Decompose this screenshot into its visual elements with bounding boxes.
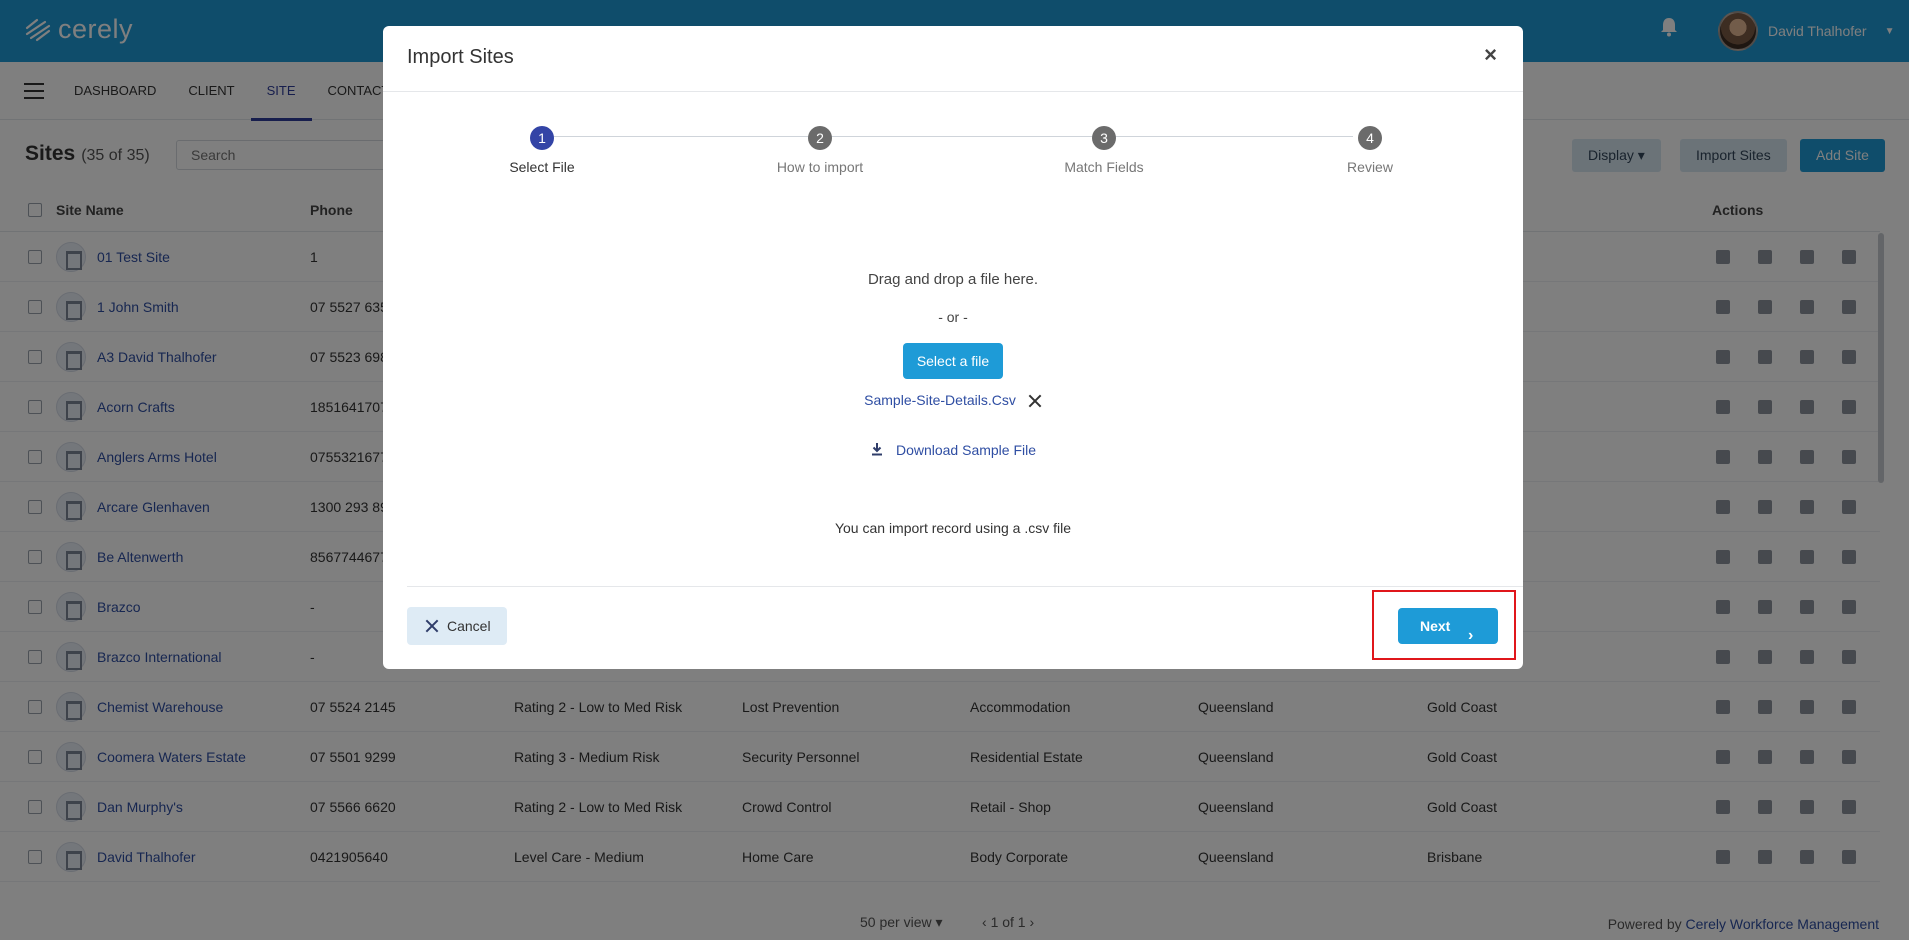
download-sample-label: Download Sample File (895, 442, 1037, 458)
or-separator: - or - (938, 309, 968, 325)
remove-file-icon[interactable] (1028, 394, 1042, 408)
download-icon (871, 443, 882, 456)
import-hint: You can import record using a .csv file (834, 520, 1072, 536)
step-label: How to import (776, 159, 864, 175)
modal-footer-divider (407, 586, 1523, 587)
modal-title: Import Sites (407, 46, 514, 68)
selected-file: Sample-Site-Details.Csv (383, 392, 1523, 408)
step-how-to-import: 2 How to import (740, 126, 900, 175)
stepper-line (543, 136, 1353, 137)
select-file-button[interactable]: Select a file (903, 343, 1003, 379)
step-match-fields: 3 Match Fields (1024, 126, 1184, 175)
close-icon[interactable]: × (1484, 42, 1497, 68)
step-number: 4 (1358, 126, 1382, 150)
close-icon (425, 619, 439, 633)
import-sites-dialog: Import Sites × 1 Select File 2 How to im… (383, 26, 1523, 669)
step-number: 2 (808, 126, 832, 150)
step-select-file: 1 Select File (462, 126, 622, 175)
import-stepper: 1 Select File 2 How to import 3 Match Fi… (383, 126, 1523, 186)
step-label: Match Fields (1064, 159, 1144, 175)
next-button-highlight (1372, 590, 1516, 660)
cancel-button[interactable]: Cancel (407, 607, 507, 645)
step-review: 4 Review (1290, 126, 1450, 175)
step-label: Review (1347, 159, 1393, 175)
step-label: Select File (509, 159, 575, 175)
download-sample-link[interactable]: Download Sample File (383, 442, 1523, 458)
step-number: 1 (530, 126, 554, 150)
selected-file-name[interactable]: Sample-Site-Details.Csv (864, 392, 1016, 408)
drop-zone-text[interactable]: Drag and drop a file here. (383, 271, 1523, 288)
cancel-button-label: Cancel (447, 618, 491, 634)
step-number: 3 (1092, 126, 1116, 150)
modal-header: Import Sites × (383, 26, 1523, 92)
